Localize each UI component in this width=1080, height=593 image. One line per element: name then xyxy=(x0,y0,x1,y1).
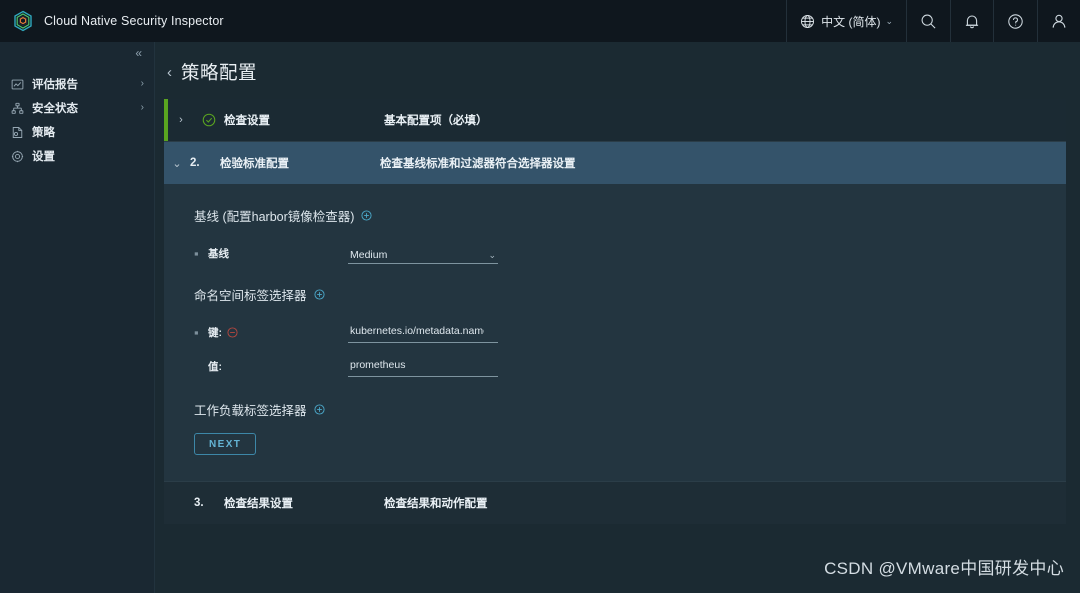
accordion-step-desc: 检查基线标准和过滤器符合选择器设置 xyxy=(380,158,576,170)
namespace-value-input-wrapper xyxy=(348,355,498,377)
next-button-wrapper: NEXT xyxy=(164,433,1066,455)
namespace-key-label: 键: xyxy=(208,325,348,340)
language-selector[interactable]: 中文 (简体) ⌄ xyxy=(786,0,906,42)
bullet-icon: ▪ xyxy=(194,324,199,340)
namespace-value-input[interactable] xyxy=(348,356,498,377)
sidebar-item-settings[interactable]: 设置 xyxy=(0,144,154,168)
minus-circle-icon[interactable] xyxy=(227,326,238,338)
language-label: 中文 (简体) xyxy=(821,14,881,29)
search-button[interactable] xyxy=(906,0,950,42)
baseline-select[interactable]: Medium xyxy=(348,243,498,264)
policy-document-icon xyxy=(11,126,24,139)
accordion-step-name: 检查设置 xyxy=(224,115,270,127)
help-button[interactable] xyxy=(993,0,1037,42)
chevron-down-icon[interactable]: ⌄ xyxy=(164,157,190,170)
plus-circle-icon[interactable] xyxy=(313,289,325,300)
plus-circle-icon[interactable] xyxy=(361,210,372,221)
namespace-key-row: ▪ 键: xyxy=(164,318,1066,346)
sidebar-item-label: 评估报告 xyxy=(32,79,78,91)
chevron-down-icon: ⌄ xyxy=(488,249,496,260)
accordion-step-number: 3. xyxy=(194,497,204,509)
watermark: CSDN @VMware中国研发中心 xyxy=(824,559,1064,578)
namespace-key-input[interactable] xyxy=(348,322,498,343)
namespace-group-title: 命名空间标签选择器 xyxy=(164,285,1066,304)
header-actions: 中文 (简体) ⌄ xyxy=(786,0,1080,42)
namespace-key-input-wrapper xyxy=(348,321,498,343)
page-title: 策略配置 xyxy=(181,62,258,83)
namespace-value-label: 值: xyxy=(208,359,348,374)
double-chevron-left-icon: « xyxy=(135,46,142,60)
accordion-row-standard-config[interactable]: ⌄ 2. 检验标准配置 检查基线标准和过滤器符合选择器设置 xyxy=(164,142,1066,184)
namespace-value-label-text: 值: xyxy=(208,360,222,373)
next-button[interactable]: NEXT xyxy=(194,433,257,455)
notifications-button[interactable] xyxy=(950,0,993,42)
gear-icon xyxy=(11,150,24,163)
plus-circle-icon[interactable] xyxy=(313,404,325,415)
namespace-key-label-text: 键: xyxy=(208,326,222,339)
question-circle-icon xyxy=(1007,13,1024,30)
chevron-down-icon: ⌄ xyxy=(885,15,893,26)
app-header: Cloud Native Security Inspector 中文 (简体) … xyxy=(0,0,1080,42)
globe-icon xyxy=(800,14,815,29)
baseline-select-wrapper: Medium ⌄ xyxy=(348,243,498,264)
search-icon xyxy=(920,13,937,30)
accordion-step-number: 2. xyxy=(190,157,200,169)
main-content: ‹ 策略配置 › 检查设置 基本配置项（必填） ⌄ 2. 检验标准配置 检查基线… xyxy=(155,42,1080,593)
namespace-value-row: 值: xyxy=(164,352,1066,380)
sidebar-item-security-status[interactable]: 安全状态 › xyxy=(0,96,154,120)
chevron-right-icon: › xyxy=(140,78,144,89)
user-icon xyxy=(1051,13,1067,30)
baseline-field-label: 基线 xyxy=(208,246,348,261)
accordion-row-check-settings[interactable]: › 检查设置 基本配置项（必填） xyxy=(164,99,1066,141)
accordion-step-desc: 基本配置项（必填） xyxy=(384,115,488,127)
sidebar: « 评估报告 › 安全状态 › 策略 设置 xyxy=(0,42,155,593)
sidebar-nav-list: 评估报告 › 安全状态 › 策略 设置 xyxy=(0,64,154,168)
accordion-step-desc: 检查结果和动作配置 xyxy=(384,498,488,510)
app-window: Cloud Native Security Inspector 中文 (简体) … xyxy=(0,0,1080,593)
bell-icon xyxy=(964,13,980,30)
baseline-group-label: 基线 (配置harbor镜像检查器) xyxy=(194,210,355,224)
check-circle-icon xyxy=(194,113,224,127)
page-title-row: ‹ 策略配置 xyxy=(155,42,1080,99)
baseline-field-row: ▪ 基线 Medium ⌄ xyxy=(164,239,1066,267)
accordion-body-standard-config: 基线 (配置harbor镜像检查器) ▪ 基线 Medium ⌄ 命名空间标签选… xyxy=(164,184,1066,481)
chart-report-icon xyxy=(11,78,24,91)
sidebar-item-label: 策略 xyxy=(32,127,55,139)
chevron-left-icon[interactable]: ‹ xyxy=(167,65,172,80)
baseline-label-text: 基线 xyxy=(208,247,229,260)
bullet-icon: ▪ xyxy=(194,245,199,261)
nodes-tree-icon xyxy=(11,102,24,115)
sidebar-item-label: 设置 xyxy=(32,151,55,163)
brand-title: Cloud Native Security Inspector xyxy=(44,14,224,28)
brand[interactable]: Cloud Native Security Inspector xyxy=(0,10,224,32)
baseline-group-title: 基线 (配置harbor镜像检查器) xyxy=(164,206,1066,225)
accordion-step-name: 检查结果设置 xyxy=(224,498,293,510)
accordion-step-name: 检验标准配置 xyxy=(220,158,289,170)
chevron-right-icon[interactable]: › xyxy=(168,114,194,126)
namespace-group-label: 命名空间标签选择器 xyxy=(194,289,307,303)
sidebar-item-policy[interactable]: 策略 xyxy=(0,120,154,144)
chevron-right-icon: › xyxy=(140,102,144,113)
user-button[interactable] xyxy=(1037,0,1080,42)
shield-hexagon-logo xyxy=(12,10,34,32)
workload-group-label: 工作负载标签选择器 xyxy=(194,404,307,418)
sidebar-item-label: 安全状态 xyxy=(32,103,78,115)
workload-group-title: 工作负载标签选择器 xyxy=(164,400,1066,419)
sidebar-collapse-button[interactable]: « xyxy=(0,42,154,64)
sidebar-item-assessment-report[interactable]: 评估报告 › xyxy=(0,72,154,96)
accordion-row-result-settings[interactable]: 3. 检查结果设置 检查结果和动作配置 xyxy=(164,482,1066,524)
policy-wizard-card: › 检查设置 基本配置项（必填） ⌄ 2. 检验标准配置 检查基线标准和过滤器符… xyxy=(164,99,1066,524)
